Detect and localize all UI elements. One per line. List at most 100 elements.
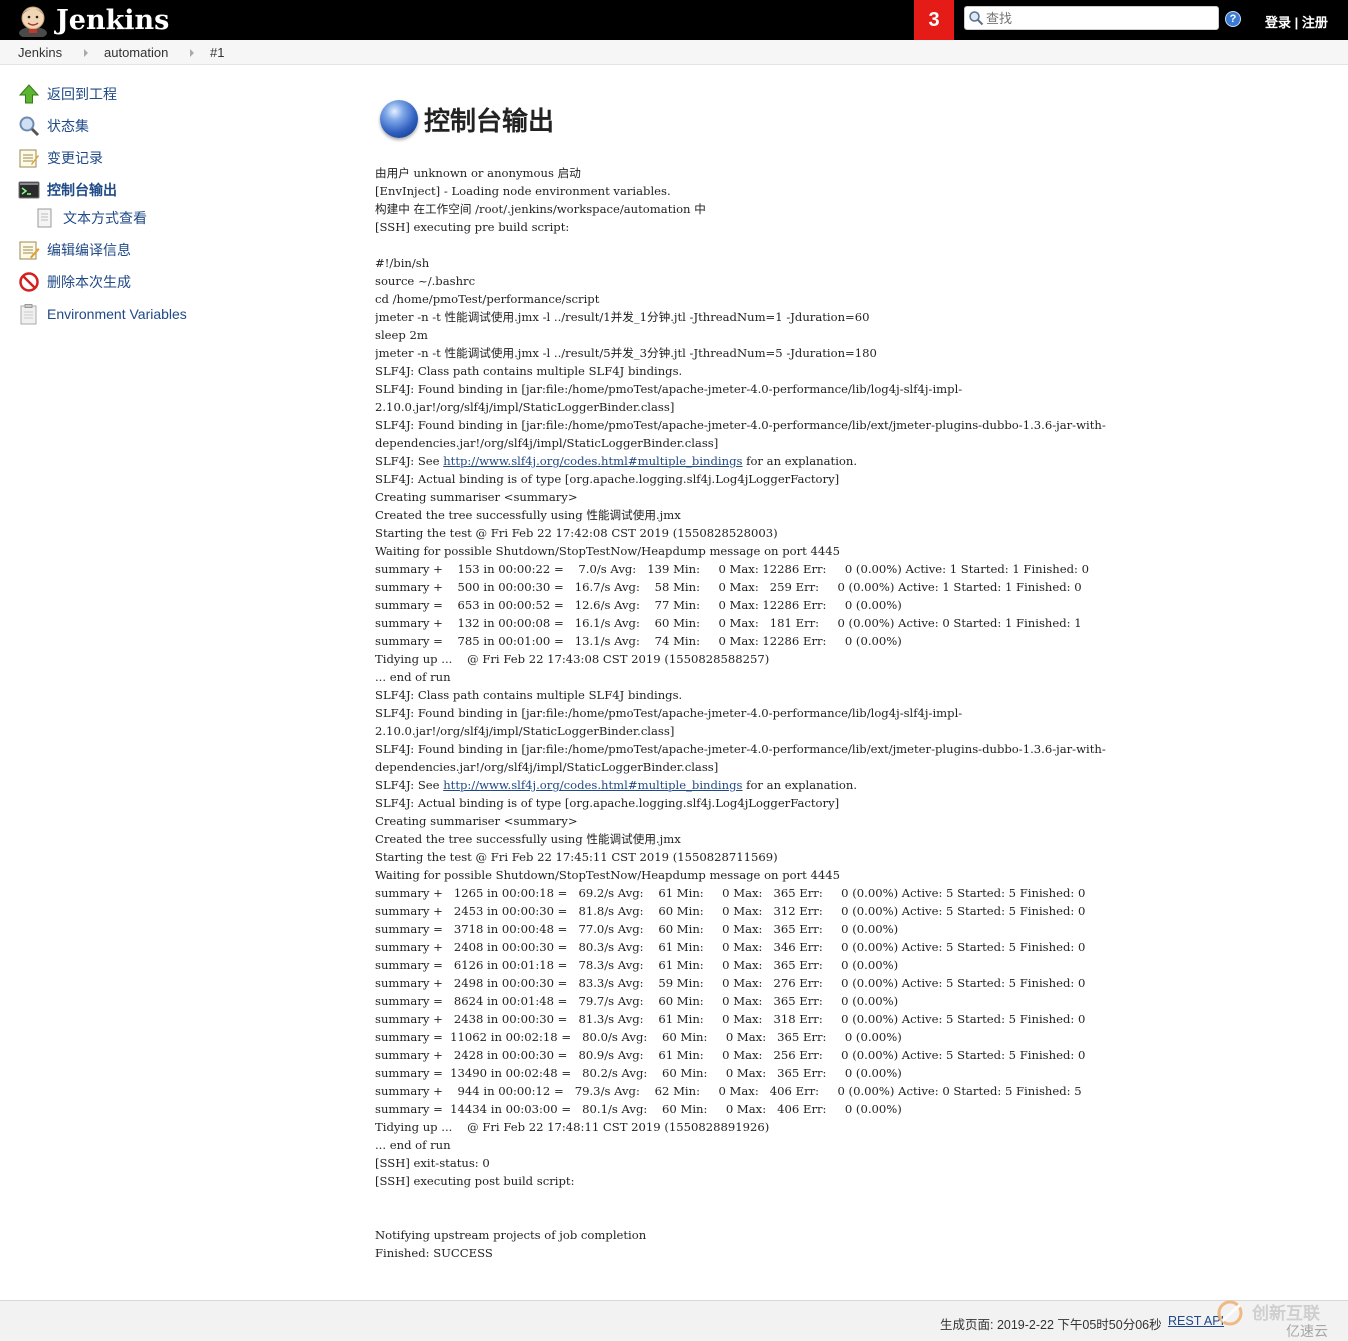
search-box[interactable] (964, 6, 1219, 30)
console-output: 由用户 unknown or anonymous 启动 [EnvInject] … (375, 164, 1305, 1262)
console-line: summary + 1265 in 00:00:18 = 69.2/s Avg:… (375, 886, 1086, 900)
console-line: dependencies.jar!/org/slf4j/impl/StaticL… (375, 760, 719, 774)
console-line: SLF4J: Class path contains multiple SLF4… (375, 688, 683, 702)
console-line: Finished: SUCCESS (375, 1246, 493, 1260)
console-line: Created the tree successfully using 性能调试… (375, 508, 681, 522)
page-generated-timestamp: 生成页面: 2019-2-22 下午05时50分06秒 (940, 1318, 1162, 1332)
sidebar-item-edit-build-info[interactable]: 编辑编译信息 (18, 239, 131, 261)
sidebar-item-status[interactable]: 状态集 (18, 115, 89, 137)
console-line: summary = 6126 in 00:01:18 = 78.3/s Avg:… (375, 958, 899, 972)
jenkins-logo[interactable]: Jenkins (16, 2, 169, 39)
sidebar-item-console-output[interactable]: 控制台输出 (18, 179, 117, 201)
signup-link[interactable]: 注册 (1302, 15, 1328, 30)
console-line: summary + 2453 in 00:00:30 = 81.8/s Avg:… (375, 904, 1086, 918)
sidebar-item-label: 文本方式查看 (63, 210, 147, 226)
console-line: summary = 11062 in 00:02:18 = 80.0/s Avg… (375, 1030, 902, 1044)
console-line: Tidying up ... @ Fri Feb 22 17:43:08 CST… (375, 652, 770, 666)
console-line: [SSH] executing post build script: (375, 1174, 575, 1188)
breadcrumb-build[interactable]: #1 (210, 45, 224, 60)
console-line: Creating summariser <summary> (375, 814, 578, 828)
notepad-icon (18, 147, 40, 169)
auth-separator: | (1294, 15, 1299, 30)
console-line: summary = 13490 in 00:02:48 = 80.2/s Avg… (375, 1066, 902, 1080)
console-line: SLF4J: Found binding in [jar:file:/home/… (375, 382, 963, 396)
sidebar-item-environment-variables[interactable]: Environment Variables (18, 303, 187, 325)
sidebar-item-label: 控制台输出 (47, 182, 117, 198)
breadcrumb: Jenkins automation #1 (0, 40, 1348, 65)
console-line: summary = 14434 in 00:03:00 = 80.1/s Avg… (375, 1102, 902, 1116)
page-title: 控制台输出 (380, 100, 554, 138)
blue-ball-icon (380, 100, 418, 138)
sidebar-item-label: Environment Variables (47, 306, 187, 322)
console-line: Tidying up ... @ Fri Feb 22 17:48:11 CST… (375, 1120, 770, 1134)
console-line: sleep 2m (375, 328, 428, 342)
watermark: 创新互联 亿速云 (1212, 1297, 1348, 1341)
console-line: 构建中 在工作空间 /root/.jenkins/workspace/autom… (375, 202, 706, 216)
console-line: summary + 944 in 00:00:12 = 79.3/s Avg: … (375, 1084, 1082, 1098)
sidebar-item-view-as-text[interactable]: 文本方式查看 (34, 207, 147, 229)
notepad-edit-icon (18, 239, 40, 261)
breadcrumb-chevron-icon[interactable] (190, 49, 194, 57)
console-line: summary = 653 in 00:00:52 = 12.6/s Avg: … (375, 598, 902, 612)
console-line: dependencies.jar!/org/slf4j/impl/StaticL… (375, 436, 719, 450)
console-line: summary = 785 in 00:01:00 = 13.1/s Avg: … (375, 634, 902, 648)
help-icon[interactable]: ? (1225, 11, 1241, 27)
console-line: jmeter -n -t 性能调试使用.jmx -l ../result/5并发… (375, 346, 877, 360)
console-line: [SSH] executing pre build script: (375, 220, 570, 234)
footer: 生成页面: 2019-2-22 下午05时50分06秒 REST API (0, 1300, 1348, 1341)
console-line: cd /home/pmoTest/performance/script (375, 292, 600, 306)
console-line: summary + 153 in 00:00:22 = 7.0/s Avg: 1… (375, 562, 1090, 576)
console-line: 2.10.0.jar!/org/slf4j/impl/StaticLoggerB… (375, 400, 675, 414)
breadcrumb-job[interactable]: automation (104, 45, 168, 60)
console-line: summary + 2498 in 00:00:30 = 83.3/s Avg:… (375, 976, 1086, 990)
console-line: summary + 2408 in 00:00:30 = 80.3/s Avg:… (375, 940, 1086, 954)
breadcrumb-chevron-icon[interactable] (84, 49, 88, 57)
document-icon (34, 207, 56, 229)
console-line: Creating summariser <summary> (375, 490, 578, 504)
console-line: Notifying upstream projects of job compl… (375, 1228, 647, 1242)
up-arrow-icon (18, 83, 40, 105)
console-line: SLF4J: Class path contains multiple SLF4… (375, 364, 683, 378)
console-line: SLF4J: Found binding in [jar:file:/home/… (375, 418, 1106, 432)
console-line: [EnvInject] - Loading node environment v… (375, 184, 671, 198)
sidebar-item-label: 状态集 (47, 118, 89, 134)
breadcrumb-jenkins[interactable]: Jenkins (18, 45, 62, 60)
slf4j-bindings-link[interactable]: http://www.slf4j.org/codes.html#multiple… (443, 778, 742, 792)
console-line: summary + 2438 in 00:00:30 = 81.3/s Avg:… (375, 1012, 1086, 1026)
console-line: Waiting for possible Shutdown/StopTestNo… (375, 544, 841, 558)
search-input[interactable] (986, 9, 1211, 27)
console-line: ... end of run (375, 1138, 451, 1152)
console-line: #!/bin/sh (375, 256, 430, 270)
search-icon (968, 10, 984, 31)
console-line: Created the tree successfully using 性能调试… (375, 832, 681, 846)
console-line: summary + 132 in 00:00:08 = 16.1/s Avg: … (375, 616, 1082, 630)
console-line: SLF4J: Found binding in [jar:file:/home/… (375, 706, 963, 720)
login-link[interactable]: 登录 (1265, 15, 1291, 30)
console-line: summary + 500 in 00:00:30 = 16.7/s Avg: … (375, 580, 1082, 594)
console-line: ... end of run (375, 670, 451, 684)
notification-badge[interactable]: 3 (914, 0, 954, 40)
sidebar-item-label: 编辑编译信息 (47, 242, 131, 258)
terminal-icon (18, 179, 40, 201)
console-line: SLF4J: See http://www.slf4j.org/codes.ht… (375, 778, 858, 792)
console-line: Waiting for possible Shutdown/StopTestNo… (375, 868, 841, 882)
sidebar-item-back-to-project[interactable]: 返回到工程 (18, 83, 117, 105)
console-line: SLF4J: Actual binding is of type [org.ap… (375, 796, 840, 810)
auth-links: 登录 | 注册 (1265, 12, 1328, 31)
console-line: SLF4J: See http://www.slf4j.org/codes.ht… (375, 454, 858, 468)
console-line: summary + 2428 in 00:00:30 = 80.9/s Avg:… (375, 1048, 1086, 1062)
sidebar-item-delete-build[interactable]: 删除本次生成 (18, 271, 131, 293)
console-line: [SSH] exit-status: 0 (375, 1156, 490, 1170)
jenkins-butler-icon (16, 3, 50, 39)
console-line: source ~/.bashrc (375, 274, 476, 288)
console-line: Starting the test @ Fri Feb 22 17:45:11 … (375, 850, 778, 864)
console-line: 由用户 unknown or anonymous 启动 (375, 166, 581, 180)
slf4j-bindings-link[interactable]: http://www.slf4j.org/codes.html#multiple… (443, 454, 742, 468)
console-line: SLF4J: Actual binding is of type [org.ap… (375, 472, 840, 486)
console-line: jmeter -n -t 性能调试使用.jmx -l ../result/1并发… (375, 310, 870, 324)
sidebar-item-changes[interactable]: 变更记录 (18, 147, 103, 169)
sidebar-item-label: 变更记录 (47, 150, 103, 166)
console-line: 2.10.0.jar!/org/slf4j/impl/StaticLoggerB… (375, 724, 675, 738)
console-line: summary = 8624 in 00:01:48 = 79.7/s Avg:… (375, 994, 899, 1008)
sidebar-item-label: 删除本次生成 (47, 274, 131, 290)
